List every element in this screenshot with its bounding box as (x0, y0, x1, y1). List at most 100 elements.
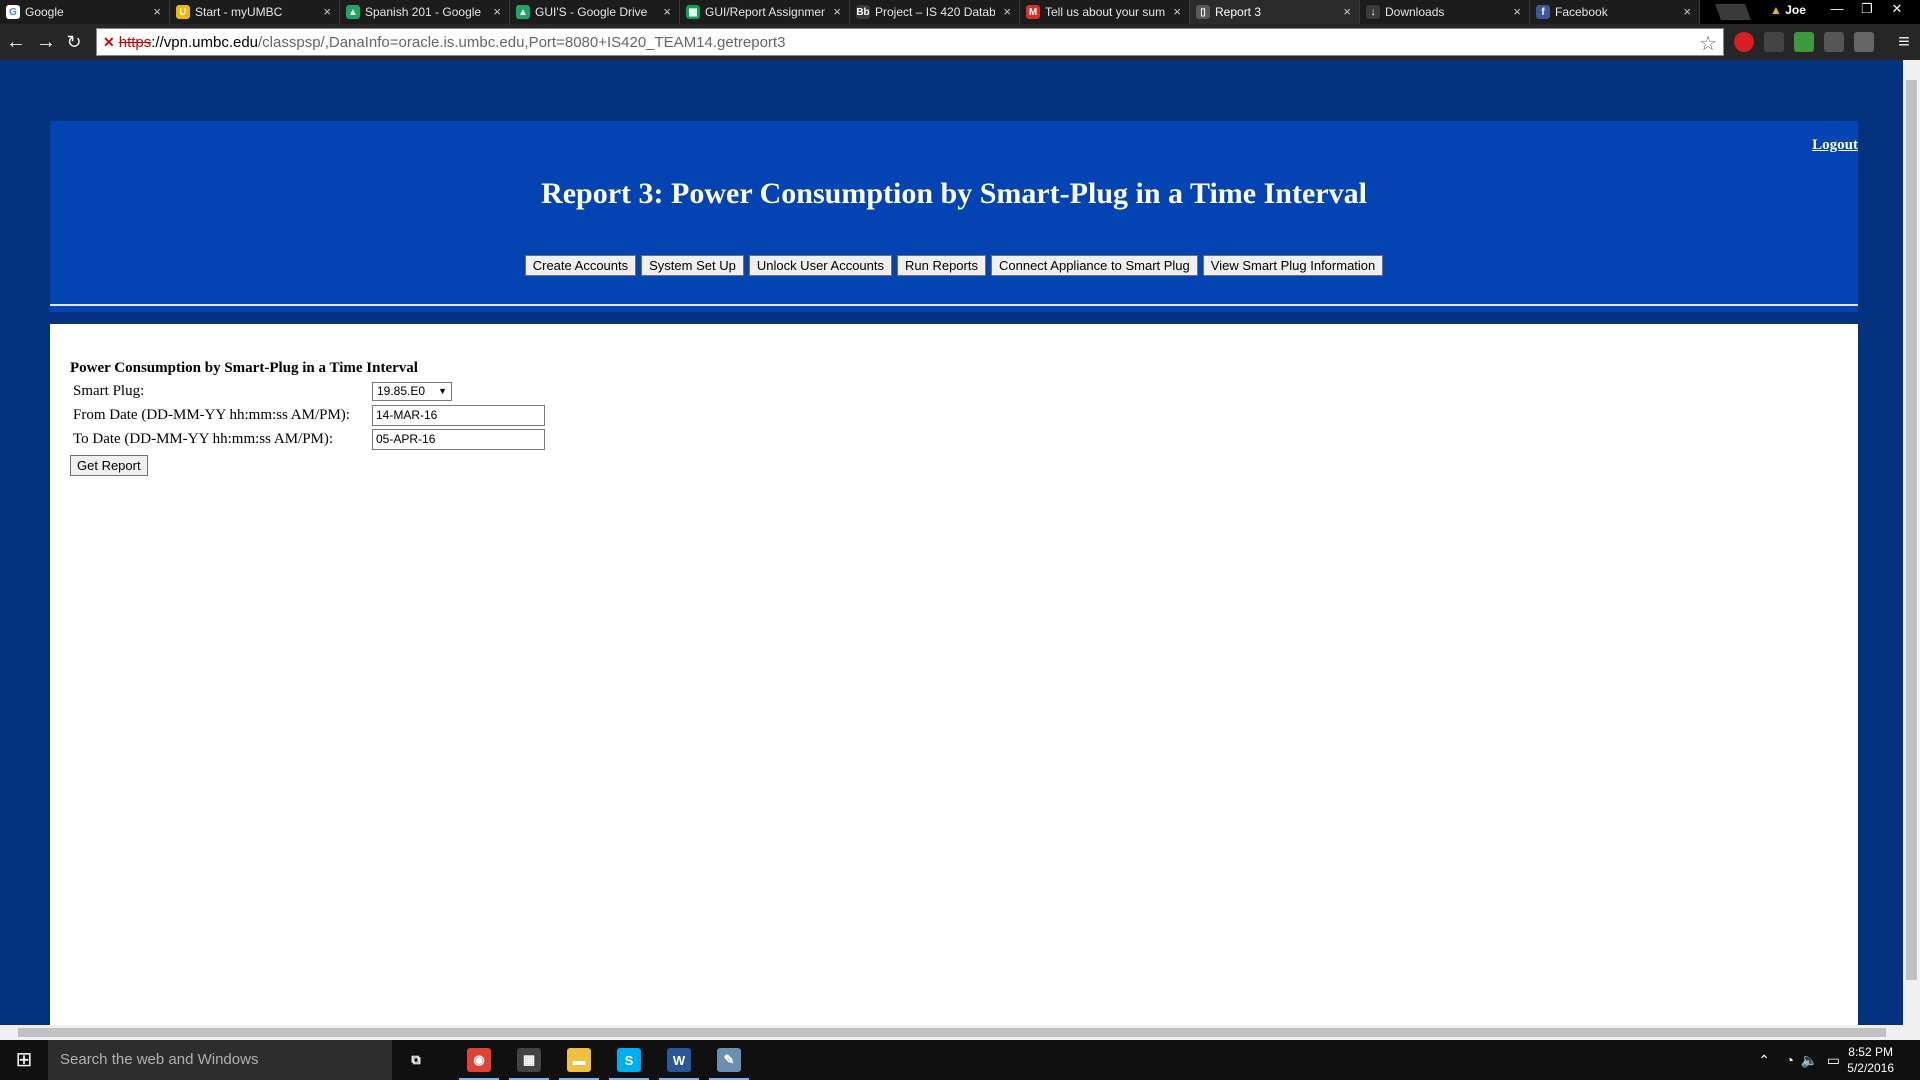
forward-arrow-icon[interactable]: → (34, 30, 58, 54)
menu-icon[interactable]: ≡ (1892, 30, 1916, 54)
smart-plug-select[interactable]: 19.85.E0 ▼ (372, 381, 452, 401)
close-tab-icon[interactable]: × (833, 4, 841, 19)
content-panel: Power Consumption by Smart-Plug in a Tim… (50, 324, 1858, 1025)
close-tab-icon[interactable]: × (1343, 4, 1351, 19)
to-date-input[interactable] (372, 428, 545, 450)
chevron-up-icon[interactable]: ⌃ (1758, 1052, 1770, 1069)
tab-title: Report 3 (1215, 5, 1262, 19)
url-host: vpn.umbc.edu (163, 33, 259, 51)
minimize-button[interactable]: — (1822, 0, 1852, 20)
unlock-user-accounts-button[interactable]: Unlock User Accounts (748, 255, 892, 276)
smart-plug-selected-value: 19.85.E0 (377, 384, 426, 398)
close-tab-icon[interactable]: × (493, 4, 501, 19)
page-viewport: Logout Report 3: Power Consumption by Sm… (0, 60, 1903, 1025)
notifications-icon[interactable]: ▭ (1827, 1052, 1840, 1069)
browser-tab[interactable]: ↓ Downloads × (1360, 0, 1530, 24)
new-tab-button[interactable] (1715, 4, 1751, 20)
paint-icon[interactable]: ✎ (705, 1040, 753, 1080)
restore-button[interactable]: ❐ (1852, 0, 1882, 20)
browser-tab[interactable]: ▲ Spanish 201 - Google Drive × (340, 0, 510, 24)
close-tab-icon[interactable]: × (153, 4, 161, 19)
browser-tab-strip: G Google × U Start - myUMBC × ▲ Spanish 201 - G… (0, 0, 1920, 24)
browser-tab[interactable]: G Google × (0, 0, 170, 24)
bookmark-star-icon[interactable]: ☆ (1699, 31, 1717, 56)
address-bar[interactable]: ✕ https://vpn.umbc.edu/classpsp/,DanaInf… (96, 28, 1724, 56)
volume-icon[interactable]: 🔈 (1801, 1052, 1818, 1069)
close-tab-icon[interactable]: × (1683, 4, 1691, 19)
taskbar: ⊞ Search the web and Windows ⧉ ◉ ▦ ▬ S W ✎ ⌃ ◔… (0, 1040, 1920, 1080)
vertical-scroll-thumb[interactable] (1906, 80, 1917, 980)
tab-title: GUI'S - Google Drive (535, 5, 648, 19)
opera-extension-icon[interactable] (1734, 32, 1754, 52)
umbc-icon: U (176, 5, 190, 19)
nav-button-bar: Create Accounts System Set Up Unlock Use… (50, 255, 1858, 276)
report-form: Power Consumption by Smart-Plug in a Tim… (70, 360, 545, 476)
google-icon: G (6, 5, 20, 19)
browser-tab[interactable]: U Start - myUMBC × (170, 0, 340, 24)
google-drive-icon: ▲ (346, 5, 360, 19)
task-view-icon[interactable]: ⧉ (392, 1040, 440, 1080)
browser-tab[interactable]: Bb Project – IS 420 Database × (850, 0, 1020, 24)
close-tab-icon[interactable]: × (1173, 4, 1181, 19)
close-tab-icon[interactable]: × (1003, 4, 1011, 19)
horizontal-scrollbar[interactable] (0, 1025, 1920, 1040)
logout-link[interactable]: Logout (1812, 137, 1858, 154)
word-icon[interactable]: W (655, 1040, 703, 1080)
calendar-extension-icon[interactable] (1824, 32, 1844, 52)
browser-tab[interactable]: ▲ GUI'S - Google Drive × (510, 0, 680, 24)
wifi-icon[interactable]: ◔ (1786, 1052, 1794, 1068)
chrome-icon[interactable]: ◉ (455, 1040, 503, 1080)
taskbar-search-box[interactable]: Search the web and Windows (48, 1040, 392, 1080)
back-arrow-icon[interactable]: ← (4, 30, 28, 54)
vertical-scrollbar[interactable] (1903, 60, 1920, 1025)
horizontal-scroll-thumb[interactable] (18, 1028, 1886, 1037)
smart-plug-row: Smart Plug: 19.85.E0 ▼ (70, 379, 545, 403)
stack-extension-icon[interactable] (1764, 32, 1784, 52)
browser-tab[interactable]: f Facebook × (1530, 0, 1700, 24)
from-date-row: From Date (DD-MM-YY hh:mm:ss AM/PM): (70, 403, 545, 427)
get-report-button[interactable]: Get Report (70, 455, 148, 476)
tab-title: Spanish 201 - Google Drive (365, 5, 485, 19)
warning-icon: ▲ (1770, 3, 1782, 17)
browser-tab[interactable]: ▯ Report 3 × (1190, 0, 1360, 24)
evernote-extension-icon[interactable] (1794, 32, 1814, 52)
form-heading: Power Consumption by Smart-Plug in a Tim… (70, 360, 418, 376)
windows-start-icon[interactable]: ⊞ (0, 1040, 48, 1080)
close-tab-icon[interactable]: × (663, 4, 671, 19)
tab-title: Facebook (1555, 5, 1608, 19)
paint-icon-glyph: ✎ (717, 1048, 741, 1072)
run-reports-button[interactable]: Run Reports (897, 255, 986, 276)
insecure-lock-icon[interactable]: ✕ (103, 34, 115, 51)
browser-tab[interactable]: M Tell us about your summer × (1020, 0, 1190, 24)
close-tab-icon[interactable]: × (323, 4, 331, 19)
close-tab-icon[interactable]: × (1513, 4, 1521, 19)
to-date-row: To Date (DD-MM-YY hh:mm:ss AM/PM): (70, 427, 545, 451)
tab-title: Project – IS 420 Database (875, 5, 995, 19)
system-setup-button[interactable]: System Set Up (641, 255, 744, 276)
page-title: Report 3: Power Consumption by Smart-Plu… (541, 177, 1367, 210)
close-window-button[interactable]: ✕ (1882, 0, 1912, 20)
smart-plug-label: Smart Plug: (73, 382, 145, 399)
tab-title: GUI/Report Assignments (705, 5, 825, 19)
view-smart-plug-info-button[interactable]: View Smart Plug Information (1202, 255, 1384, 276)
word-icon-glyph: W (667, 1048, 691, 1072)
keyboard-extension-icon[interactable] (1854, 32, 1874, 52)
connect-appliance-button[interactable]: Connect Appliance to Smart Plug (990, 255, 1198, 276)
url-path: /classpsp/,DanaInfo=oracle.is.umbc.edu,P… (258, 33, 786, 51)
create-accounts-button[interactable]: Create Accounts (524, 255, 637, 276)
file-explorer-icon[interactable]: ▬ (555, 1040, 603, 1080)
downloads-icon: ↓ (1366, 5, 1380, 19)
task-view-icon-glyph: ⧉ (404, 1048, 428, 1072)
reload-icon[interactable]: ↻ (62, 30, 86, 54)
clock-time: 8:52 PM (1848, 1045, 1893, 1059)
browser-tab[interactable]: ▦ GUI/Report Assignments × (680, 0, 850, 24)
skype-icon-glyph: S (617, 1048, 641, 1072)
profile-button[interactable]: ▲ Joe (1770, 3, 1806, 17)
chrome-icon-glyph: ◉ (467, 1048, 491, 1072)
from-date-input[interactable] (372, 404, 545, 426)
google-drive-icon: ▲ (516, 5, 530, 19)
clock[interactable]: 8:52 PM 5/2/2016 (1847, 1044, 1894, 1076)
url-scheme: https (118, 33, 152, 51)
skype-icon[interactable]: S (605, 1040, 653, 1080)
calculator-icon[interactable]: ▦ (505, 1040, 553, 1080)
